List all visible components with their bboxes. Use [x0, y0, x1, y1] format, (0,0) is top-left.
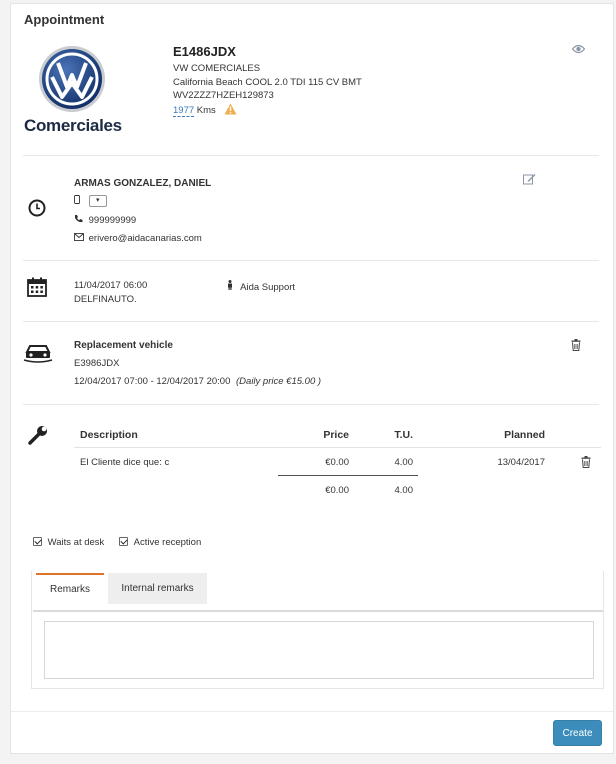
customer-email: erivero@aidacanarias.com: [88, 233, 202, 244]
replacement-daily-price: (Daily price €15.00 ): [236, 376, 322, 387]
divider: [23, 260, 599, 261]
calendar-icon: [27, 277, 47, 300]
appointment-datetime: 11/04/2017 06:00: [74, 280, 148, 291]
active-reception-checkbox[interactable]: [119, 537, 128, 546]
kms-value[interactable]: 1977: [173, 105, 195, 117]
create-button[interactable]: Create: [553, 720, 602, 746]
col-description-header: Description: [80, 429, 138, 441]
car-icon: [23, 341, 53, 366]
advisor-name: Aida Support: [240, 282, 296, 293]
kms-unit: Kms: [196, 105, 216, 116]
workshop-name: DELFINAUTO.: [74, 294, 137, 305]
footer-divider: [11, 711, 613, 712]
vw-logo-icon: [38, 45, 106, 116]
divider: [23, 404, 599, 405]
waits-at-desk-checkbox[interactable]: [33, 537, 42, 546]
trash-icon[interactable]: [571, 339, 581, 354]
phone-icon: [74, 214, 86, 226]
totals-line: [278, 475, 418, 476]
contact-dropdown[interactable]: ▾: [88, 195, 107, 208]
active-reception-label: Active reception: [133, 537, 202, 548]
customer-name: ARMAS GONZALEZ, DANIEL: [74, 178, 212, 189]
person-icon: [227, 280, 238, 293]
remarks-textarea[interactable]: [44, 621, 594, 679]
vehicle-make: VW COMERCIALES: [173, 63, 261, 74]
replacement-period-row: 12/04/2017 07:00 - 12/04/2017 20:00 (Dai…: [74, 376, 321, 387]
tab-internal-remarks[interactable]: Internal remarks: [108, 573, 207, 604]
panel-title: Appointment: [24, 12, 105, 27]
envelope-icon: [74, 233, 86, 244]
view-eye-icon[interactable]: [571, 44, 586, 57]
wrench-icon: [27, 424, 49, 449]
replacement-heading: Replacement vehicle: [74, 340, 173, 351]
brand-name: Comerciales: [24, 116, 122, 135]
contact-selector: ▾: [74, 195, 107, 208]
vehicle-model: California Beach COOL 2.0 TDI 115 CV BMT: [173, 77, 362, 88]
appointment-panel: Appointment Comerciales E1486JDX VW COME…: [10, 3, 614, 754]
tab-remarks[interactable]: Remarks: [36, 573, 104, 604]
task-tu: 4.00: [394, 457, 414, 468]
vehicle-vin: WV2ZZZ7HZEH129873: [173, 90, 274, 101]
task-trash-icon[interactable]: [581, 456, 591, 471]
col-price-header: Price: [323, 429, 349, 441]
edit-icon[interactable]: [523, 173, 536, 188]
waits-at-desk-label: Waits at desk: [47, 537, 105, 548]
mobile-icon: [74, 195, 83, 207]
replacement-plate: E3986JDX: [74, 358, 120, 369]
task-price: €0.00: [325, 457, 349, 468]
task-planned: 13/04/2017: [497, 457, 545, 468]
tabs-underline: [33, 610, 603, 612]
total-price: €0.00: [325, 485, 349, 496]
replacement-period: 12/04/2017 07:00 - 12/04/2017 20:00: [74, 376, 231, 387]
table-header-line: [74, 447, 601, 448]
vehicle-kms: 1977 Kms: [173, 103, 237, 118]
customer-email-row: erivero@aidacanarias.com: [74, 233, 202, 244]
divider: [23, 321, 599, 322]
divider: [23, 155, 599, 156]
advisor-row: Aida Support: [227, 280, 295, 293]
warning-icon[interactable]: [224, 103, 237, 118]
customer-phone: 999999999: [88, 215, 137, 226]
active-reception-option[interactable]: Active reception: [119, 537, 201, 548]
col-planned-header: Planned: [504, 429, 545, 441]
total-tu: 4.00: [394, 485, 414, 496]
vehicle-plate: E1486JDX: [173, 44, 236, 59]
waits-at-desk-option[interactable]: Waits at desk: [33, 537, 104, 548]
task-description: El Cliente dice que: c: [80, 457, 170, 468]
customer-phone-row: 999999999: [74, 214, 136, 226]
clock-icon: [28, 199, 46, 220]
col-tu-header: T.U.: [394, 429, 413, 441]
